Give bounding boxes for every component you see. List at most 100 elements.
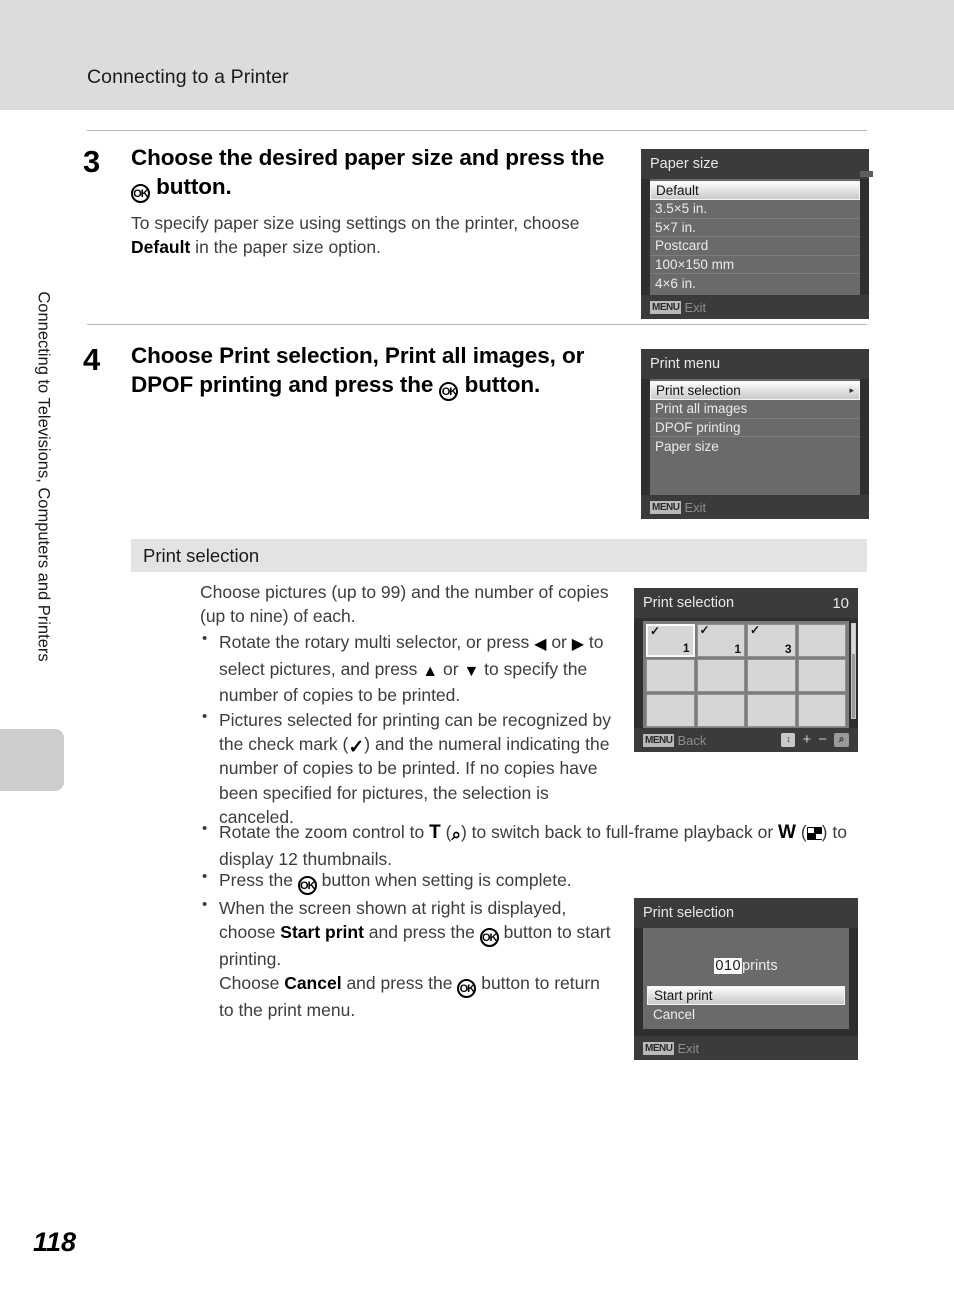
print-count-value: 010: [714, 958, 743, 974]
paper-size-option-label: 3.5×5 in.: [655, 201, 708, 217]
step-4-text-1: Choose: [131, 343, 220, 368]
screen-confirm-title: Print selection: [643, 905, 735, 921]
thumbnail-item[interactable]: [696, 659, 745, 692]
cancel-label: Cancel: [653, 1007, 696, 1022]
menu-badge-icon: MENU: [643, 733, 675, 747]
thumbnail-item[interactable]: [797, 659, 846, 692]
copies-count: 1: [734, 642, 741, 656]
paper-size-list: Default 3.5×5 in. 5×7 in. Postcard 100×1…: [650, 179, 860, 295]
paper-size-option-label: Postcard: [655, 238, 709, 254]
bullet-press-ok: Press the OK button when setting is comp…: [200, 867, 614, 895]
thumbnail-item[interactable]: ✓ 1: [696, 624, 745, 657]
thumbnail-item[interactable]: [797, 624, 846, 657]
vertical-scrollbar[interactable]: [851, 623, 856, 719]
print-menu-item-print-selection[interactable]: Print selection ▸: [650, 381, 860, 400]
step-3-number: 3: [83, 144, 101, 179]
footer-exit-label: Exit: [684, 499, 707, 515]
footer-back-label: Back: [677, 732, 707, 748]
check-mark-icon: ✓: [699, 624, 710, 637]
paper-size-option-label: Default: [656, 183, 699, 198]
screen-confirm-titlebar: Print selection: [634, 898, 858, 928]
bullet-text: Rotate the rotary multi selector, or pre…: [219, 632, 535, 653]
print-selection-description-2: Rotate the zoom control to T (⌕) to swit…: [200, 818, 860, 871]
thumbnail-grid-icon: [806, 827, 822, 840]
paper-size-option-postcard[interactable]: Postcard: [650, 237, 860, 256]
copies-count: 3: [784, 642, 792, 656]
bullet-text: and press the: [363, 922, 480, 943]
description-bullet-list-3: Press the OK button when setting is comp…: [200, 867, 614, 1023]
screen-print-menu-title: Print menu: [650, 356, 721, 372]
paper-size-option-4x6[interactable]: 4×6 in.: [650, 274, 860, 293]
step-4-number: 4: [83, 342, 101, 377]
page-title: Connecting to a Printer: [87, 66, 289, 88]
step-3-heading: Choose the desired paper size and press …: [131, 143, 621, 204]
plus-icon: +: [802, 731, 812, 748]
page-header-band: [0, 0, 954, 110]
bullet-text: or: [438, 658, 464, 679]
selected-count: 10: [832, 594, 849, 612]
print-count-unit: prints: [742, 958, 778, 974]
start-print-label: Start print: [654, 988, 713, 1003]
thumbnail-item[interactable]: ✓ 3: [747, 624, 796, 657]
print-menu-list: Print selection ▸ Print all images DPOF …: [650, 379, 860, 511]
tele-label: T: [429, 822, 441, 843]
arrow-left-icon: ◀: [534, 636, 547, 654]
step-3-heading-text-1: Choose the desired paper size and press …: [131, 145, 605, 170]
thumbnail-item[interactable]: [747, 659, 796, 692]
bullet-zoom-control: Rotate the zoom control to T (⌕) to swit…: [200, 819, 860, 871]
paper-size-option-label: 100×150 mm: [655, 256, 735, 272]
divider-top: [87, 130, 867, 131]
paper-size-option-default[interactable]: Default: [650, 181, 860, 200]
thumbnail-item[interactable]: ✓ 1: [646, 624, 695, 657]
menu-badge-icon: MENU: [643, 1041, 675, 1055]
step-3-subtext: To specify paper size using settings on …: [131, 212, 621, 260]
step-4-text-2: ,: [372, 343, 385, 368]
thumbnail-item[interactable]: [646, 694, 695, 727]
print-menu-item-dpof-printing[interactable]: DPOF printing: [650, 419, 860, 437]
paper-size-option-5x7[interactable]: 5×7 in.: [650, 219, 860, 237]
thumbnail-item[interactable]: [747, 694, 796, 727]
thumbnail-item[interactable]: [797, 694, 846, 727]
ok-button-icon: OK: [457, 979, 477, 999]
divider-step3-step4: [87, 324, 867, 325]
print-selection-description: Choose pictures (up to 99) and the numbe…: [200, 580, 614, 829]
ok-button-icon: OK: [439, 382, 459, 402]
cancel-button[interactable]: Cancel: [647, 1005, 845, 1024]
screen-paper-size: Paper size Default 3.5×5 in. 5×7 in. Pos…: [641, 149, 869, 319]
footer-exit-label: Exit: [677, 1040, 700, 1056]
step-4-body: Choose Print selection, Print all images…: [131, 341, 631, 402]
paper-size-option-label: 4×6 in.: [655, 275, 696, 291]
bullet-text: Choose: [219, 973, 285, 994]
paper-size-option-3-5x5[interactable]: 3.5×5 in.: [650, 200, 860, 219]
print-menu-item-label: Print all images: [655, 401, 748, 417]
print-menu-item-print-all-images[interactable]: Print all images: [650, 400, 860, 419]
magnify-icon: ⌕: [834, 733, 849, 747]
bullet-text: button when setting is complete.: [316, 870, 572, 890]
confirm-button-row: Start print Cancel: [647, 986, 845, 1024]
step-4-text-4: and press the: [282, 372, 440, 398]
step-3-body: Choose the desired paper size and press …: [131, 143, 621, 260]
print-menu-item-paper-size[interactable]: Paper size: [650, 437, 860, 456]
screen-print-confirm: Print selection 010prints Start print Ca…: [634, 898, 858, 1060]
screen-paper-size-footer: MENU Exit: [641, 295, 869, 319]
arrow-up-icon: ▲: [422, 662, 439, 680]
ok-button-icon: OK: [131, 184, 150, 204]
up-down-arrow-icon: ↕: [781, 733, 796, 747]
menu-badge-icon: MENU: [650, 500, 682, 514]
print-menu-item-label: Print selection: [656, 383, 741, 398]
thumbnail-item[interactable]: [696, 694, 745, 727]
thumbnail-item[interactable]: [646, 659, 695, 692]
screen-grid-titlebar: Print selection 10: [634, 588, 858, 618]
paper-size-option-100x150[interactable]: 100×150 mm: [650, 256, 860, 274]
section-header-label: Print selection: [143, 544, 260, 566]
step-4-bold-print-all-images: Print all images: [384, 343, 550, 368]
step-4-bold-print-selection: Print selection: [219, 343, 373, 368]
print-count-line: 010prints: [643, 958, 849, 974]
start-print-button[interactable]: Start print: [647, 986, 845, 1005]
bullet-start-print: When the screen shown at right is displa…: [200, 895, 614, 1023]
screen-print-menu: Print menu Print selection ▸ Print all i…: [641, 349, 869, 519]
description-bullet-list-2: Rotate the zoom control to T (⌕) to swit…: [200, 819, 860, 871]
check-mark-icon: ✓: [650, 624, 661, 638]
step-4-text-5: button.: [458, 372, 541, 398]
arrow-down-icon: ▼: [463, 662, 480, 680]
